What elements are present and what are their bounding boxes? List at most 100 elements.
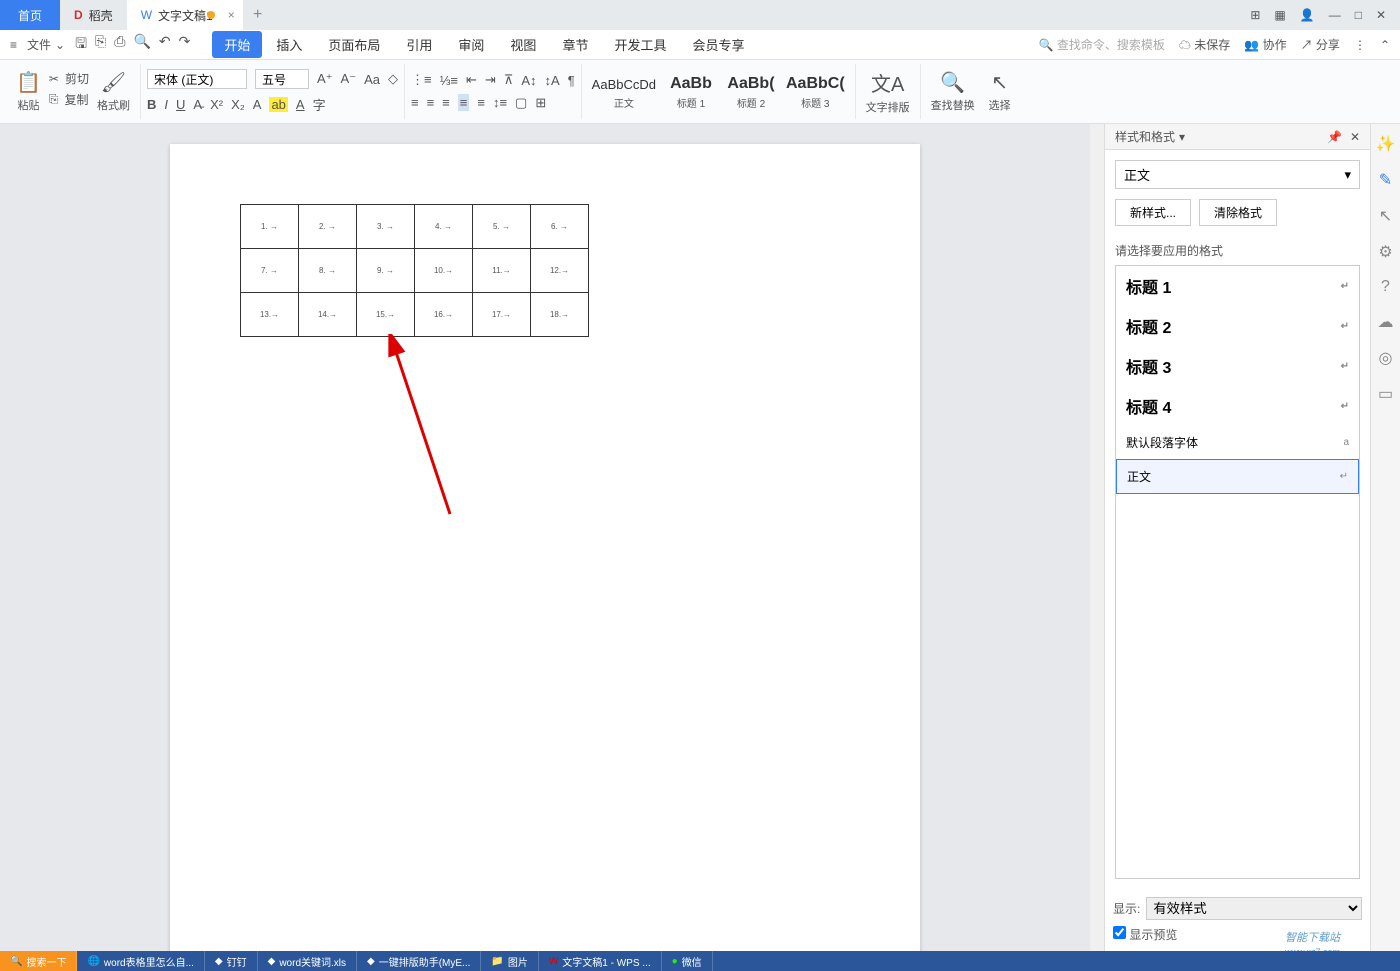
bullets-button[interactable]: ⋮≡ <box>411 72 432 88</box>
cloud-icon[interactable]: ☁ <box>1378 312 1394 332</box>
taskbar-item[interactable]: 📁图片 <box>481 951 538 971</box>
tab-document[interactable]: W 文字文稿1 × <box>127 0 243 30</box>
style-list-item[interactable]: 标题 4↵ <box>1116 386 1359 426</box>
select-tool-icon[interactable]: ↖ <box>1379 206 1392 226</box>
close-pane-icon[interactable]: ✕ <box>1350 130 1360 144</box>
export-icon[interactable]: ⎘ <box>95 33 106 57</box>
preview-icon[interactable]: 🔍 <box>133 33 150 57</box>
table-cell[interactable]: 17.→ <box>473 293 531 337</box>
align-justify-button[interactable]: ≡ <box>458 94 470 111</box>
table-cell[interactable]: 12.→ <box>531 249 589 293</box>
numbering-button[interactable]: ⅓≡ <box>440 73 458 88</box>
chevron-down-icon[interactable]: ▾ <box>1179 130 1185 144</box>
taskbar-item[interactable]: ◆钉钉 <box>205 951 258 971</box>
close-icon[interactable]: ✕ <box>1376 8 1386 22</box>
table-cell[interactable]: 9. → <box>357 249 415 293</box>
table-cell[interactable]: 16.→ <box>415 293 473 337</box>
bold-button[interactable]: B <box>147 97 156 112</box>
print-icon[interactable]: ⎙ <box>114 33 125 57</box>
more-icon[interactable]: ⋮ <box>1354 38 1366 52</box>
font-border-button[interactable]: A <box>253 97 262 112</box>
table-cell[interactable]: 15.→ <box>357 293 415 337</box>
copy-button[interactable]: ⎘复制 <box>49 91 89 108</box>
minimize-icon[interactable]: — <box>1329 8 1341 22</box>
taskbar-search[interactable]: 🔍搜索一下 <box>0 951 77 971</box>
mtab-refs[interactable]: 引用 <box>394 31 444 58</box>
taskbar-item[interactable]: ◆word关键词.xls <box>258 951 357 971</box>
table-cell[interactable]: 14.→ <box>299 293 357 337</box>
reading-icon[interactable]: ▭ <box>1378 384 1393 404</box>
avatar-icon[interactable]: 👤 <box>1300 8 1315 22</box>
styles-tool-icon[interactable]: ✎ <box>1379 170 1392 190</box>
style-normal[interactable]: AaBbCcDd正文 <box>588 71 660 112</box>
taskbar-item[interactable]: W文字文稿1 - WPS ... <box>539 951 662 971</box>
mtab-layout[interactable]: 页面布局 <box>316 31 392 58</box>
text-layout-button[interactable]: 文A 文字排版 <box>862 68 914 115</box>
style-h3[interactable]: AaBbC(标题 3 <box>782 71 849 112</box>
mtab-vip[interactable]: 会员专享 <box>680 31 756 58</box>
show-marks-button[interactable]: ¶ <box>568 73 575 88</box>
style-list[interactable]: 标题 1↵ 标题 2↵ 标题 3↵ 标题 4↵ 默认段落字体a 正文↵ <box>1115 265 1360 879</box>
help-icon[interactable]: ? <box>1381 278 1390 296</box>
mtab-chapter[interactable]: 章节 <box>550 31 600 58</box>
file-menu[interactable]: 文件 ⌄ <box>27 36 65 53</box>
superscript-button[interactable]: X² <box>210 97 223 112</box>
table-cell[interactable]: 6. → <box>531 205 589 249</box>
paste-button[interactable]: 📋 粘贴 <box>12 70 45 113</box>
layout-icon[interactable]: ⊞ <box>1250 8 1260 22</box>
format-painter-button[interactable]: 🖌 格式刷 <box>93 70 134 113</box>
select-button[interactable]: ↖ 选择 <box>985 70 1015 113</box>
coop-button[interactable]: 👥 协作 <box>1244 36 1286 53</box>
line-spacing-button[interactable]: ↕≡ <box>493 95 507 110</box>
increase-indent-button[interactable]: ⇥ <box>485 72 496 88</box>
clear-format-icon[interactable]: ◇ <box>388 71 398 87</box>
tab-doker[interactable]: D 稻壳 <box>60 0 127 30</box>
redo-icon[interactable]: ↷ <box>179 33 191 57</box>
mtab-view[interactable]: 视图 <box>498 31 548 58</box>
unsaved-status[interactable]: ☁ 未保存 <box>1179 36 1230 53</box>
font-name-select[interactable] <box>147 69 247 89</box>
tab-home[interactable]: 首页 <box>0 0 60 30</box>
undo-icon[interactable]: ↶ <box>159 33 171 57</box>
highlight-button[interactable]: ab <box>269 97 287 112</box>
style-h1[interactable]: AaBb标题 1 <box>662 71 720 112</box>
font-color-button[interactable]: A <box>296 97 305 112</box>
style-list-item[interactable]: 标题 1↵ <box>1116 266 1359 306</box>
style-h2[interactable]: AaBb(标题 2 <box>722 71 780 112</box>
border-button[interactable]: ⊞ <box>535 95 546 111</box>
location-icon[interactable]: ◎ <box>1379 348 1393 368</box>
table-cell[interactable]: 7. → <box>241 249 299 293</box>
subscript-button[interactable]: X₂ <box>231 97 245 112</box>
show-filter-select[interactable]: 有效样式 <box>1146 897 1362 920</box>
new-style-button[interactable]: 新样式... <box>1115 199 1191 226</box>
tab-button[interactable]: ⊼ <box>504 72 514 88</box>
align-left-button[interactable]: ≡ <box>411 95 419 110</box>
taskbar-item[interactable]: ◆一键排版助手(MyE... <box>357 951 481 971</box>
text-direction-button[interactable]: A↕ <box>521 73 536 88</box>
apps-icon[interactable]: ▦ <box>1274 8 1285 22</box>
style-list-item[interactable]: 默认段落字体a <box>1116 426 1359 459</box>
mtab-insert[interactable]: 插入 <box>264 31 314 58</box>
table-cell[interactable]: 3. → <box>357 205 415 249</box>
increase-font-icon[interactable]: A⁺ <box>317 71 333 87</box>
style-list-item[interactable]: 标题 3↵ <box>1116 346 1359 386</box>
italic-button[interactable]: I <box>164 97 168 112</box>
table-cell[interactable]: 2. → <box>299 205 357 249</box>
maximize-icon[interactable]: □ <box>1355 8 1362 22</box>
save-icon[interactable]: 🖫 <box>75 33 87 57</box>
clear-format-button[interactable]: 清除格式 <box>1199 199 1277 226</box>
table-cell[interactable]: 10.→ <box>415 249 473 293</box>
align-distribute-button[interactable]: ≡ <box>477 95 485 110</box>
taskbar-item[interactable]: ●微信 <box>662 951 713 971</box>
phonetic-button[interactable]: 字 <box>313 95 326 114</box>
pin-icon[interactable]: 📌 <box>1327 130 1342 144</box>
table-cell[interactable]: 8. → <box>299 249 357 293</box>
share-button[interactable]: ↗ 分享 <box>1301 36 1340 53</box>
tab-add-button[interactable]: + <box>243 6 273 24</box>
current-style-box[interactable]: 正文 ▾ <box>1115 160 1360 189</box>
collapse-icon[interactable]: ⌃ <box>1380 38 1390 52</box>
change-case-icon[interactable]: Aa <box>364 72 380 87</box>
style-list-item-selected[interactable]: 正文↵ <box>1116 459 1359 494</box>
mtab-start[interactable]: 开始 <box>212 31 262 58</box>
table-cell[interactable]: 1. → <box>241 205 299 249</box>
